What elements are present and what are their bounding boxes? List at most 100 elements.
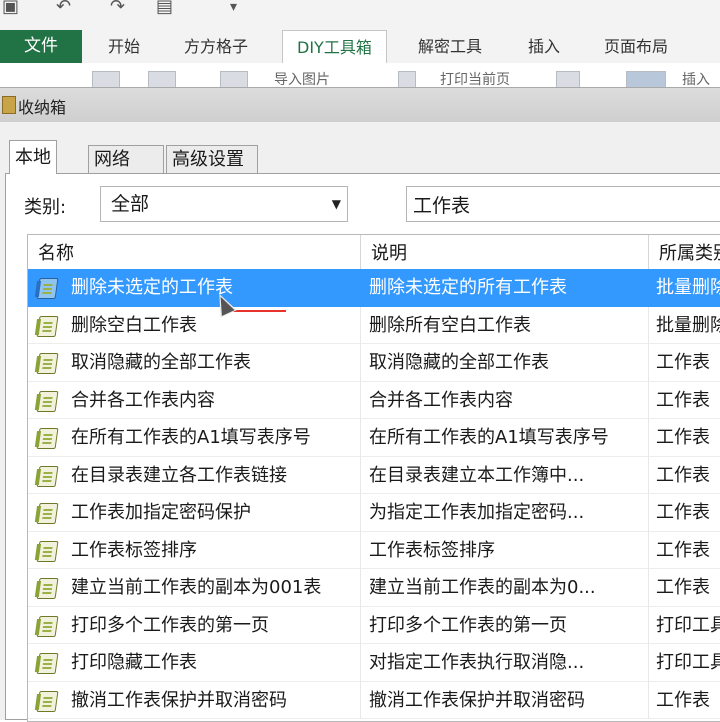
book-icon bbox=[36, 614, 59, 637]
cell-description: 在目录表建立本工作簿中... bbox=[361, 456, 649, 494]
ribbon-button-icon[interactable] bbox=[398, 71, 416, 87]
book-icon bbox=[36, 689, 59, 712]
book-icon bbox=[36, 389, 59, 412]
cell-description: 工作表标签排序 bbox=[361, 531, 649, 569]
ribbon-button-icon[interactable] bbox=[626, 71, 666, 87]
cell-description: 为指定工作表加指定密码... bbox=[361, 494, 649, 532]
cell-description: 对指定工作表执行取消隐... bbox=[361, 644, 649, 682]
cell-description: 取消隐藏的全部工作表 bbox=[361, 344, 649, 382]
insert-button[interactable]: 插入 bbox=[682, 71, 710, 87]
cell-category: 工作表 bbox=[649, 457, 720, 494]
table-row[interactable]: 打印隐藏工作表 对指定工作表执行取消隐...打印工具 bbox=[28, 644, 720, 682]
table-row[interactable]: 工作表加指定密码保护 为指定工作表加指定密码... 工作表 bbox=[28, 494, 720, 532]
book-icon bbox=[36, 314, 59, 337]
row-name-text: 工作表标签排序 bbox=[71, 539, 197, 561]
cell-category: 工作表 bbox=[649, 569, 720, 607]
cell-description: 在所有工作表的A1填写表序号 bbox=[361, 419, 649, 457]
tab-insert[interactable]: 插入 bbox=[528, 30, 560, 63]
table-row[interactable]: 取消隐藏的全部工作表 取消隐藏的全部工作表 工作表 bbox=[28, 344, 720, 382]
table-row[interactable]: 删除未选定的工作表 删除未选定的所有工作表批量删除 bbox=[28, 269, 720, 307]
ribbon-button-icon[interactable] bbox=[220, 71, 248, 87]
row-name-text: 工作表加指定密码保护 bbox=[71, 502, 251, 523]
cell-description: 合并各工作表内容 bbox=[361, 381, 649, 419]
book-icon bbox=[36, 464, 59, 487]
tab-advanced-settings[interactable]: 高级设置 bbox=[166, 145, 258, 173]
tab-local[interactable]: 本地 bbox=[9, 140, 57, 174]
cell-category: 工作表 bbox=[649, 419, 720, 457]
dialog-title: 收纳箱 bbox=[18, 98, 67, 117]
cell-category: 打印工具 bbox=[649, 607, 720, 644]
redo-icon[interactable]: ↷ bbox=[110, 0, 125, 18]
qat-dropdown-icon[interactable]: ▾ bbox=[230, 0, 237, 18]
undo-icon[interactable]: ↶ bbox=[56, 0, 71, 18]
cell-name: 撤消工作表保护并取消密码 bbox=[28, 681, 361, 719]
tab-network[interactable]: 网络 bbox=[88, 145, 164, 173]
tab-diy-toolbox[interactable]: DIY工具箱 bbox=[282, 30, 387, 64]
cell-category: 打印工具 bbox=[649, 644, 720, 682]
cell-category: 工作表 bbox=[649, 532, 720, 569]
import-image-button[interactable]: 导入图片 bbox=[274, 71, 330, 87]
book-icon bbox=[36, 426, 59, 449]
print-current-page-button[interactable]: 打印当前页 bbox=[440, 71, 510, 87]
customize-icon[interactable]: ▤ bbox=[156, 0, 173, 18]
cell-name: 打印隐藏工作表 bbox=[28, 644, 361, 682]
book-icon bbox=[36, 651, 59, 674]
storage-box-icon bbox=[2, 96, 16, 114]
row-name-text: 建立当前工作表的副本为001表 bbox=[71, 577, 322, 598]
table-row[interactable]: 工作表标签排序 工作表标签排序 工作表 bbox=[28, 531, 720, 569]
column-header-name[interactable]: 名称 bbox=[28, 235, 361, 269]
tab-fangfang[interactable]: 方方格子 bbox=[184, 30, 248, 63]
ribbon-button-icon[interactable] bbox=[148, 71, 176, 87]
tab-decrypt-tools[interactable]: 解密工具 bbox=[418, 30, 482, 63]
results-list[interactable]: 名称 说明 所属类别 删除未选定的工作表删除未选定的所有工作表批量删除删除空白工… bbox=[27, 234, 720, 722]
column-header-description[interactable]: 说明 bbox=[361, 235, 649, 269]
ribbon-button-icon[interactable] bbox=[556, 71, 580, 87]
tab-home[interactable]: 开始 bbox=[108, 30, 140, 63]
cell-name: 删除未选定的工作表 bbox=[28, 269, 361, 307]
cell-name: 打印多个工作表的第一页 bbox=[28, 606, 361, 644]
cell-name: 工作表标签排序 bbox=[28, 531, 361, 569]
row-name-text: 打印隐藏工作表 bbox=[71, 652, 197, 673]
table-row[interactable]: 合并各工作表内容 合并各工作表内容 工作表 bbox=[28, 381, 720, 419]
row-name-text: 在所有工作表的A1填写表序号 bbox=[71, 427, 311, 448]
table-row[interactable]: 在目录表建立各工作表链接 在目录表建立本工作簿中... 工作表 bbox=[28, 456, 720, 494]
row-name-text: 在目录表建立各工作表链接 bbox=[71, 464, 287, 486]
cell-category: 工作表 bbox=[649, 344, 720, 382]
category-select[interactable]: 全部 ▼ bbox=[100, 186, 348, 222]
table-row[interactable]: 在所有工作表的A1填写表序号 在所有工作表的A1填写表序号 工作表 bbox=[28, 419, 720, 457]
save-icon[interactable]: ▣ bbox=[2, 0, 19, 18]
cell-name: 删除空白工作表 bbox=[28, 306, 361, 344]
dialog-title-bar[interactable]: 收纳箱 bbox=[0, 87, 720, 123]
row-name-text: 删除未选定的工作表 bbox=[71, 277, 233, 298]
tab-page-layout[interactable]: 页面布局 bbox=[604, 30, 668, 63]
cell-description: 打印多个工作表的第一页 bbox=[361, 606, 649, 644]
list-header: 名称 说明 所属类别 bbox=[28, 235, 720, 269]
table-row[interactable]: 打印多个工作表的第一页打印多个工作表的第一页打印工具 bbox=[28, 606, 720, 644]
row-name-text: 打印多个工作表的第一页 bbox=[71, 614, 269, 636]
category-label: 类别: bbox=[24, 197, 67, 218]
cell-name: 在目录表建立各工作表链接 bbox=[28, 456, 361, 494]
cell-description: 删除未选定的所有工作表 bbox=[361, 269, 649, 307]
book-icon bbox=[36, 576, 59, 599]
cell-category: 批量删除 bbox=[649, 307, 720, 344]
cell-name: 在所有工作表的A1填写表序号 bbox=[28, 419, 361, 457]
cell-category: 工作表 bbox=[649, 494, 720, 532]
row-name-text: 取消隐藏的全部工作表 bbox=[71, 352, 251, 373]
book-icon bbox=[36, 351, 59, 374]
book-icon bbox=[36, 501, 59, 524]
quick-access-toolbar: ▣ ↶ ↷ ▤ ▾ bbox=[0, 0, 720, 30]
red-annotation-underline bbox=[232, 310, 286, 312]
chevron-down-icon[interactable]: ▼ bbox=[332, 187, 341, 221]
book-icon bbox=[36, 276, 59, 299]
cell-name: 取消隐藏的全部工作表 bbox=[28, 344, 361, 382]
search-input[interactable] bbox=[406, 186, 720, 222]
column-header-category[interactable]: 所属类别 bbox=[649, 235, 720, 269]
ribbon-button-icon[interactable] bbox=[92, 71, 120, 87]
tab-file[interactable]: 文件 bbox=[0, 30, 82, 63]
cell-name: 工作表加指定密码保护 bbox=[28, 494, 361, 532]
table-row[interactable]: 撤消工作表保护并取消密码 撤消工作表保护并取消密码 工作表 bbox=[28, 681, 720, 719]
table-row[interactable]: 删除空白工作表 删除所有空白工作表批量删除 bbox=[28, 306, 720, 344]
table-row[interactable]: 建立当前工作表的副本为001表 建立当前工作表的副本为0... 工作表 bbox=[28, 569, 720, 607]
category-selected-value: 全部 bbox=[111, 193, 150, 215]
cell-category: 批量删除 bbox=[649, 269, 720, 307]
